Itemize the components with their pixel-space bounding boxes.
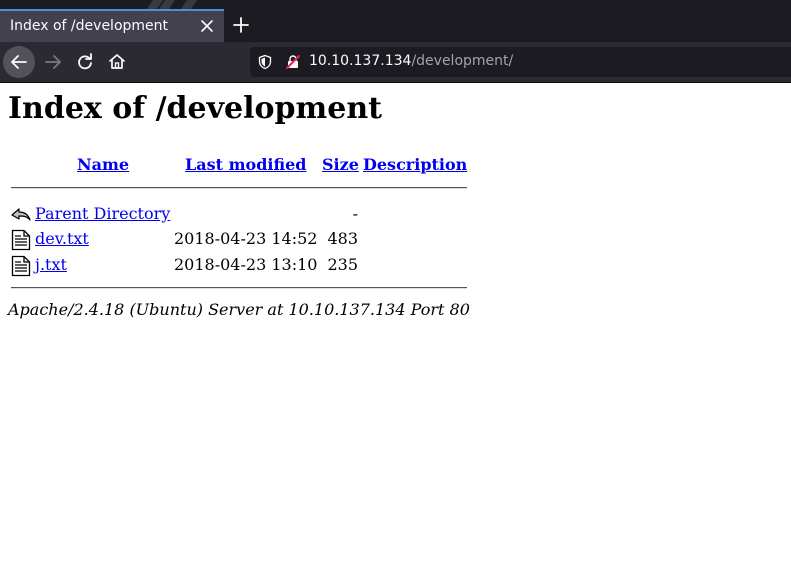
- shield-icon[interactable]: [257, 54, 273, 74]
- url-text[interactable]: 10.10.137.134/development/: [309, 53, 513, 69]
- file-last-modified: 2018-04-23 14:52: [174, 229, 318, 248]
- file-size: 483: [327, 229, 358, 248]
- close-tab-icon[interactable]: [196, 15, 218, 37]
- text-file-icon: [11, 229, 31, 255]
- browser-chrome: Index of /development 10.10.137.134/deve…: [0, 0, 791, 83]
- tab-active[interactable]: Index of /development: [0, 9, 224, 42]
- tab-bar: Index of /development: [0, 9, 791, 42]
- reload-icon[interactable]: [69, 46, 101, 78]
- parent-size: -: [352, 204, 358, 223]
- parent-directory-link[interactable]: Parent Directory: [35, 204, 170, 223]
- file-last-modified: 2018-04-23 13:10: [174, 255, 318, 274]
- file-link[interactable]: j.txt: [35, 255, 67, 274]
- insecure-lock-icon[interactable]: [285, 54, 301, 74]
- header-divider: [11, 187, 467, 189]
- column-header-name[interactable]: Name: [77, 155, 129, 174]
- url-path: /development/: [411, 53, 514, 69]
- column-header-last-modified[interactable]: Last modified: [185, 155, 306, 174]
- tab-title: Index of /development: [10, 18, 169, 34]
- column-header-size[interactable]: Size: [322, 155, 359, 174]
- text-file-icon: [11, 255, 31, 281]
- column-header-description[interactable]: Description: [363, 155, 467, 174]
- window-top-strip: [0, 0, 791, 9]
- footer-divider: [11, 287, 467, 289]
- forward-arrow-icon[interactable]: [37, 46, 69, 78]
- file-size: 235: [327, 255, 358, 274]
- back-arrow-icon[interactable]: [3, 46, 35, 78]
- navigation-toolbar: 10.10.137.134/development/: [0, 42, 791, 83]
- home-icon[interactable]: [101, 46, 133, 78]
- page-content: Index of /development Name Last modified…: [0, 83, 791, 580]
- address-bar[interactable]: 10.10.137.134/development/: [250, 47, 791, 77]
- server-signature: Apache/2.4.18 (Ubuntu) Server at 10.10.1…: [8, 300, 470, 319]
- back-arrow-icon: [11, 204, 31, 228]
- new-tab-icon[interactable]: [228, 12, 254, 38]
- url-host: 10.10.137.134: [309, 53, 412, 69]
- file-link[interactable]: dev.txt: [35, 229, 89, 248]
- page-title: Index of /development: [8, 91, 383, 126]
